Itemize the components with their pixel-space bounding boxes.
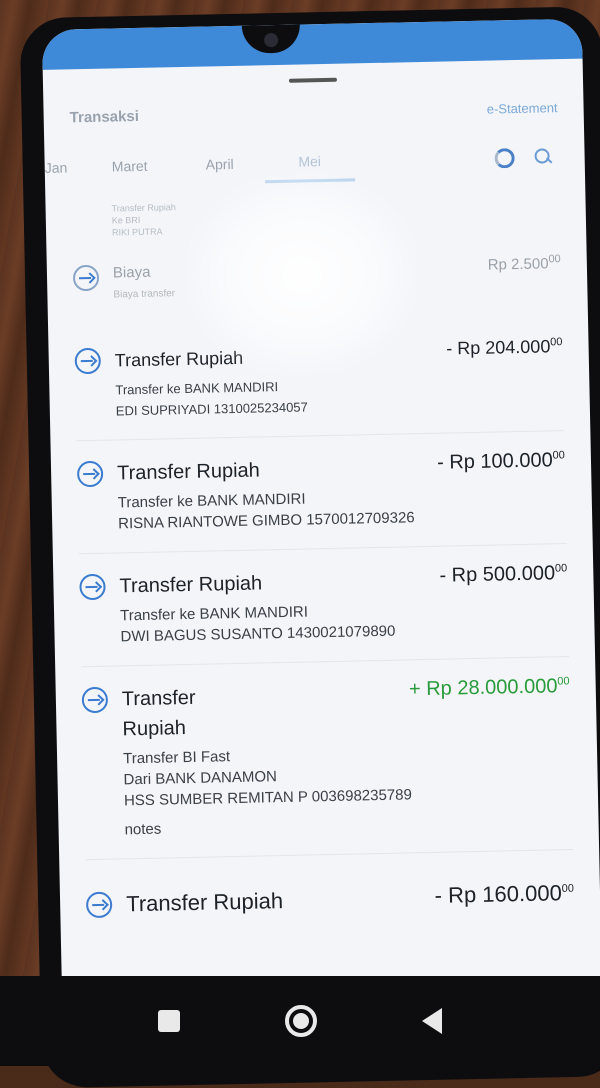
transaction-amount: - Rp 160.00000 (434, 880, 575, 908)
fee-icon (72, 264, 100, 292)
tab-jan[interactable]: Jan (44, 149, 85, 186)
list-item[interactable]: Transfer Rupiah Transfer BI Fast Dari BA… (81, 657, 574, 861)
transaction-notes: notes (124, 820, 162, 839)
transaction-amount: Rp 2.50000 (487, 253, 561, 274)
list-item[interactable]: Transfer Rupiah - Rp 160.00000 (85, 850, 575, 938)
estatement-link[interactable]: e-Statement (487, 100, 558, 116)
tab-april[interactable]: April (174, 145, 265, 183)
transaction-amount: + Rp 28.000.00000 (408, 675, 570, 701)
transaction-name: Transfer Rupiah (121, 686, 196, 741)
transaction-sheet: Transaksi e-Statement Jan Maret April Me… (43, 73, 600, 939)
transfer-arrow-icon (85, 891, 113, 919)
faded-transaction[interactable]: Transfer Rupiah Ke BRI RIKI PUTRA (71, 179, 560, 253)
list-item[interactable]: Transfer Rupiah Transfer ke BANK MANDIRI… (78, 544, 570, 668)
transaction-amount: - Rp 500.00000 (439, 562, 568, 587)
list-item[interactable]: Biaya Biaya transfer Rp 2.50000 (72, 243, 562, 328)
transfer-arrow-icon (74, 347, 102, 375)
phone-frame: Transaksi e-Statement Jan Maret April Me… (19, 6, 600, 1088)
sheet-drag-handle[interactable] (288, 77, 337, 83)
transfer-arrow-icon (81, 686, 109, 714)
recents-icon[interactable] (158, 1010, 180, 1032)
tab-mei[interactable]: Mei (264, 141, 356, 183)
list-item[interactable]: Transfer Rupiah Transfer ke BANK MANDIRI… (74, 318, 565, 442)
home-icon[interactable] (285, 1005, 317, 1037)
sheet-title: Transaksi (69, 107, 140, 126)
transaction-amount: - Rp 204.00000 (446, 336, 563, 359)
transaction-amount: - Rp 100.00000 (436, 449, 565, 474)
back-icon[interactable] (422, 1008, 442, 1034)
tab-actions (494, 147, 558, 169)
search-icon[interactable] (534, 148, 552, 166)
screen: Transaksi e-Statement Jan Maret April Me… (41, 18, 600, 1005)
tab-maret[interactable]: Maret (84, 147, 175, 185)
status-bar (41, 18, 583, 70)
transfer-arrow-icon (76, 460, 104, 488)
transfer-arrow-icon (79, 573, 106, 601)
sheet-header: Transaksi e-Statement (69, 87, 558, 137)
android-nav-bar (0, 976, 600, 1066)
refresh-icon[interactable] (494, 148, 515, 169)
list-item[interactable]: Transfer Rupiah Transfer ke BANK MANDIRI… (76, 431, 567, 555)
